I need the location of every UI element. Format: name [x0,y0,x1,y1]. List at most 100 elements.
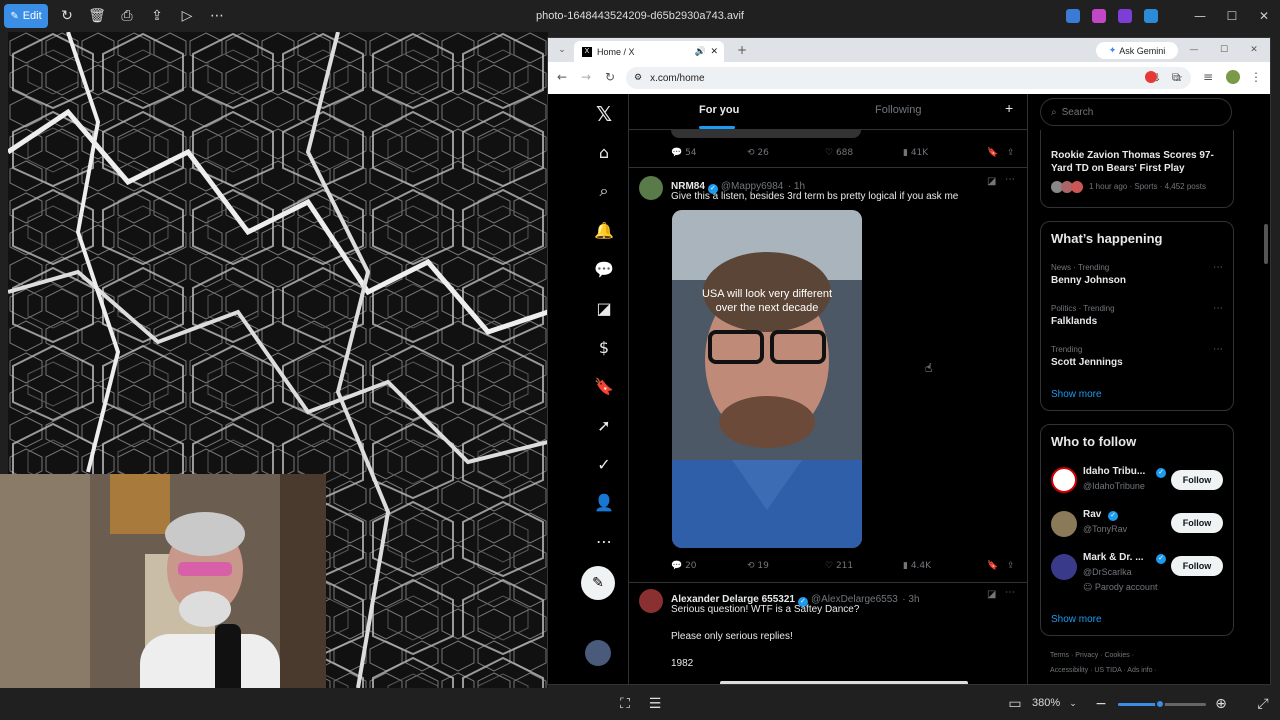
scrollbar[interactable] [1264,224,1268,264]
share-icon[interactable]: ⇪ [1007,148,1015,158]
maximize-icon[interactable]: ☐ [1216,42,1232,58]
follow-button[interactable]: Follow [1171,470,1223,490]
edit-button[interactable]: ✎ Edit [4,4,48,28]
trend-item[interactable]: Scott Jennings [1051,357,1123,368]
ocr-icon[interactable]: ☰ [640,688,670,720]
fullscreen-icon[interactable]: ⤢ [1248,688,1278,720]
minimize-icon[interactable]: — [1184,0,1216,32]
fit-icon[interactable]: ▭ [1000,688,1030,720]
premium-icon[interactable]: $ [588,331,620,363]
more-icon[interactable]: ⋯ [1213,303,1223,314]
messages-icon[interactable]: 💬 [588,253,620,285]
avatar[interactable] [1051,554,1077,580]
home-icon[interactable]: ⌂ [588,136,620,168]
horizontal-scrollbar[interactable] [720,681,968,684]
avatar[interactable] [639,176,663,200]
app-icon[interactable] [1144,9,1158,23]
reply-icon[interactable]: 💬 20 [671,561,697,571]
close-icon[interactable]: ✕ [1248,0,1280,32]
profile-icon[interactable]: 👤 [588,486,620,518]
zoom-slider[interactable] [1118,699,1206,709]
avatar[interactable] [1051,467,1077,493]
repost-icon[interactable]: ⟲ 19 [747,561,769,571]
tab-home-x[interactable]: X Home / X 🔊 ✕ [574,41,724,62]
grok-icon[interactable]: ◪ [987,589,996,600]
more-icon[interactable]: ⋯ [1213,344,1223,355]
app-icon[interactable] [1066,9,1080,23]
repost-icon[interactable]: ⟲ 26 [747,148,769,158]
show-more-link[interactable]: Show more [1051,614,1102,625]
close-tab-icon[interactable]: ✕ [710,47,718,57]
tab-list-icon[interactable]: ⌄ [554,42,570,58]
add-tab-icon[interactable]: + [1005,100,1013,116]
app-icon[interactable] [1118,9,1132,23]
verified-orgs-icon[interactable]: ✓ [588,448,620,480]
media-icon[interactable]: ≡ [1200,69,1216,85]
tab-following[interactable]: Following [875,104,921,116]
x-logo-icon[interactable]: 𝕏 [588,98,620,130]
puzzle-icon[interactable]: ⧉ [1168,69,1184,85]
bookmark-icon[interactable]: 🔖 [987,561,998,571]
tab-for-you[interactable]: For you [699,104,739,116]
show-more-link[interactable]: Show more [1051,389,1102,400]
maximize-icon[interactable]: ☐ [1216,0,1248,32]
avatar[interactable] [1051,511,1077,537]
rotate-icon[interactable]: ↻ [52,0,82,32]
minimize-icon[interactable]: — [1186,42,1202,58]
follow-button[interactable]: Follow [1171,556,1223,576]
audio-icon[interactable]: 🔊 [695,47,706,57]
grok-icon[interactable]: ◪ [588,292,620,324]
more-icon[interactable]: ⋯ [1213,262,1223,273]
zoom-level[interactable]: 380% ⌄ [1032,697,1077,709]
print-icon[interactable]: ⎙ [112,0,142,32]
bookmarks-icon[interactable]: 🔖 [588,370,620,402]
account-handle[interactable]: @TonyRav [1083,524,1127,534]
jobs-icon[interactable]: ➚ [588,409,620,441]
delete-icon[interactable]: 🗑 [82,0,112,32]
site-info-icon[interactable]: ⚙ [634,73,642,83]
share-icon[interactable]: ⇪ [1007,561,1015,571]
avatar[interactable] [639,589,663,613]
url-field[interactable]: ⚙ x.com/home ⇩ ☆ [626,67,1191,89]
more-icon[interactable]: ⋯ [1005,174,1015,185]
more-icon[interactable]: ⋯ [202,0,232,32]
slideshow-icon[interactable]: ▷ [172,0,202,32]
new-tab-icon[interactable]: + [734,42,750,58]
zoom-out-icon[interactable]: − [1086,688,1116,720]
search-icon[interactable]: ⌕ [588,175,620,207]
account-handle[interactable]: @DrScarlka [1083,567,1132,577]
news-title[interactable]: Yard TD on Bears' First Play [1051,163,1185,174]
back-icon[interactable]: ← [554,69,570,85]
notifications-icon[interactable]: 🔔 [588,214,620,246]
video-player[interactable]: USA will look very different over the ne… [672,210,862,548]
zoom-slider-thumb[interactable] [1155,699,1165,709]
timestamp[interactable]: · 3h [902,594,919,605]
bookmark-icon[interactable]: 🔖 [987,148,998,158]
ask-gemini-button[interactable]: ✦ Ask Gemini [1096,42,1178,59]
account-handle[interactable]: @IdahoTribune [1083,481,1145,491]
grok-icon[interactable]: ◪ [987,176,996,187]
views-icon[interactable]: ▮ 41K [903,148,928,158]
reload-icon[interactable]: ↻ [602,69,618,85]
account-avatar[interactable] [585,640,611,666]
profile-avatar[interactable] [1226,70,1240,84]
tweet[interactable]: NRM84 ✓ @Mappy6984 · 1h ◪ ⋯ Give this a li… [629,168,1027,582]
zoom-in-icon[interactable]: ⊕ [1206,688,1236,720]
views-icon[interactable]: ▮ 4.4K [903,561,931,571]
trend-item[interactable]: Benny Johnson [1051,275,1126,286]
extension-icon[interactable] [1145,71,1157,83]
tweet[interactable]: Alexander Delarge 655321 ✓ @AlexDelarge655… [629,583,1027,684]
account-name[interactable]: Rav [1083,509,1101,520]
search-input[interactable]: ⌕ Search [1040,98,1232,126]
media-thumbnail[interactable] [671,130,861,138]
reply-icon[interactable]: 💬 54 [671,148,697,158]
footer-links[interactable]: Accessibility · US TIDA · Ads info · [1050,667,1157,674]
more-icon[interactable]: ⋯ [588,525,620,557]
menu-icon[interactable]: ⋮ [1248,69,1264,85]
like-icon[interactable]: ♡ 688 [825,148,853,158]
trend-item[interactable]: Falklands [1051,316,1097,327]
more-icon[interactable]: ⋯ [1005,587,1015,598]
news-title[interactable]: Rookie Zavion Thomas Scores 97- [1051,150,1214,161]
crop-icon[interactable]: ⛶ [610,688,640,720]
share-icon[interactable]: ⇪ [142,0,172,32]
